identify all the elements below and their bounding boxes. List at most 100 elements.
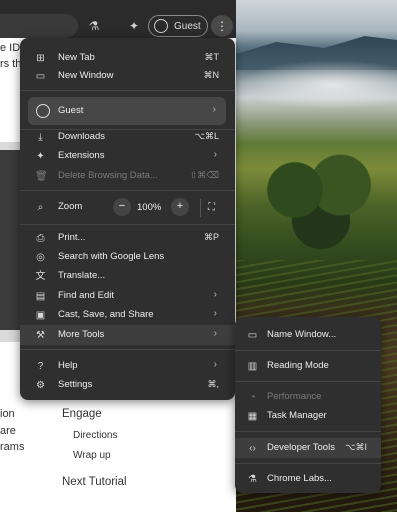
chevron-right-icon: › — [213, 328, 217, 339]
menu-item-label: Name Window... — [267, 329, 337, 340]
menu-item-task-manager[interactable]: ▦ Task Manager — [235, 406, 381, 426]
new-window-icon: ▭ — [35, 71, 46, 82]
fullscreen-icon[interactable]: ⛶ — [208, 202, 220, 214]
zoom-out-button[interactable]: − — [113, 198, 131, 216]
profile-icon — [154, 19, 168, 33]
menu-item-guest[interactable]: Guest › — [28, 97, 226, 125]
save-icon: ▣ — [35, 310, 46, 321]
menu-item-find-and-edit[interactable]: ▤ Find and Edit › — [20, 286, 235, 306]
menu-item-label: Settings — [58, 379, 93, 390]
help-icon: ? — [37, 361, 44, 372]
menu-item-translate[interactable]: 文 Translate... — [20, 266, 235, 286]
zoom-in-button[interactable]: + — [171, 198, 189, 216]
profile-icon — [36, 104, 50, 118]
menu-item-label: New Window — [58, 70, 114, 81]
page-text-fragment: rs th — [0, 58, 22, 70]
menu-item-label: Translate... — [58, 270, 106, 281]
reading-mode-icon: ▥ — [247, 361, 258, 372]
page-dark-panel — [0, 150, 20, 330]
menu-divider — [20, 90, 235, 91]
find-icon: ▤ — [35, 291, 46, 302]
zoom-level: 100% — [137, 202, 162, 213]
menu-divider — [235, 350, 381, 351]
menu-item-label: Chrome Labs... — [267, 473, 332, 484]
address-bar[interactable] — [0, 14, 78, 38]
menu-divider — [20, 190, 235, 191]
puzzle-icon[interactable]: ✦ — [124, 16, 144, 36]
menu-item-cast-save-share[interactable]: ▣ Cast, Save, and Share › — [20, 305, 235, 325]
engage-link[interactable]: Engage — [62, 408, 102, 420]
menu-item-new-window[interactable]: ▭ New Window ⌘N — [20, 66, 235, 86]
task-manager-icon: ▦ — [247, 411, 258, 422]
menu-item-extensions[interactable]: ✦ Extensions › — [20, 146, 235, 166]
performance-icon: ◔ — [249, 392, 256, 403]
menu-item-label: Reading Mode — [267, 360, 329, 371]
profile-label: Guest — [174, 21, 201, 32]
chevron-right-icon: › — [212, 104, 216, 115]
menu-item-shortcut: ⌘T — [204, 52, 220, 62]
menu-item-label: Delete Browsing Data... — [58, 170, 158, 181]
menu-item-shortcut: ⌥⌘L — [194, 131, 219, 141]
menu-item-label: New Tab — [58, 52, 95, 63]
page-text-fragment: ion — [0, 408, 15, 420]
menu-item-chrome-labs[interactable]: ⚗ Chrome Labs... — [235, 469, 381, 489]
menu-divider — [235, 381, 381, 382]
gear-icon: ⚙ — [36, 380, 45, 391]
menu-item-new-tab[interactable]: ⊞ New Tab ⌘T — [20, 48, 235, 68]
menu-item-performance[interactable]: ◔ Performance — [235, 387, 381, 407]
menu-item-reading-mode[interactable]: ▥ Reading Mode — [235, 356, 381, 376]
menu-item-shortcut: ⌘P — [203, 232, 219, 242]
menu-item-label: Task Manager — [267, 410, 327, 421]
menu-item-label: Print... — [58, 232, 86, 243]
menu-item-label: Developer Tools — [267, 442, 335, 453]
menu-item-search-google-lens[interactable]: ◎ Search with Google Lens — [20, 247, 235, 267]
window-icon: ▭ — [247, 330, 258, 341]
wrap-up-link[interactable]: Wrap up — [73, 450, 111, 461]
menu-item-label: Guest — [58, 105, 84, 116]
menu-item-label: Help — [58, 360, 78, 371]
menu-item-label: More Tools — [58, 329, 105, 340]
menu-item-print[interactable]: ⎙ Print... ⌘P — [20, 228, 235, 248]
chrome-main-menu: ⊞ New Tab ⌘T ▭ New Window ⌘N Guest › ⤓ D… — [20, 38, 235, 400]
menu-divider — [235, 431, 381, 432]
menu-item-shortcut: ⇧⌘⌫ — [189, 170, 219, 180]
page-text-fragment: rams — [0, 441, 25, 453]
next-tutorial-link[interactable]: Next Tutorial — [62, 476, 127, 488]
page-text-fragment: are — [0, 425, 16, 437]
menu-item-shortcut: ⌘N — [203, 70, 220, 80]
menu-item-settings[interactable]: ⚙ Settings ⌘, — [20, 375, 235, 395]
menu-item-name-window[interactable]: ▭ Name Window... — [235, 325, 381, 345]
menu-item-help[interactable]: ? Help › — [20, 356, 235, 376]
menu-item-shortcut: ⌥⌘I — [345, 442, 367, 452]
menu-divider — [20, 224, 235, 225]
new-tab-icon: ⊞ — [36, 53, 45, 64]
chevron-right-icon: › — [213, 149, 217, 160]
menu-item-label: Find and Edit — [58, 290, 114, 301]
puzzle-icon: ✦ — [36, 151, 45, 162]
zoom-icon: ⌕ — [37, 202, 44, 213]
wallpaper-fog — [236, 60, 397, 110]
menu-divider — [20, 349, 235, 350]
browser-toolbar: ⚗ ✦ Guest ⋮ — [0, 0, 236, 38]
zoom-divider — [200, 199, 201, 217]
kebab-icon[interactable]: ⋮ — [211, 15, 233, 37]
menu-divider — [235, 463, 381, 464]
profile-button[interactable]: Guest — [148, 15, 208, 37]
code-icon: ‹› — [249, 443, 256, 454]
flask-icon[interactable]: ⚗ — [84, 16, 104, 36]
lens-icon: ◎ — [36, 252, 45, 263]
more-tools-submenu: ▭ Name Window... ▥ Reading Mode ◔ Perfor… — [235, 317, 381, 493]
translate-icon: 文 — [35, 271, 46, 282]
trash-icon: 🗑 — [35, 171, 48, 182]
printer-icon: ⎙ — [36, 233, 45, 244]
menu-item-developer-tools[interactable]: ‹› Developer Tools ⌥⌘I — [235, 438, 381, 458]
menu-item-label: Zoom — [58, 201, 83, 212]
menu-item-more-tools[interactable]: ⚒ More Tools › — [20, 325, 235, 345]
menu-item-label: Downloads — [58, 131, 105, 142]
menu-item-delete-browsing-data[interactable]: 🗑 Delete Browsing Data... ⇧⌘⌫ — [20, 166, 235, 186]
directions-link[interactable]: Directions — [73, 430, 117, 441]
menu-item-downloads[interactable]: ⤓ Downloads ⌥⌘L — [20, 127, 235, 147]
menu-item-shortcut: ⌘, — [207, 379, 219, 389]
toolbox-icon: ⚒ — [36, 330, 45, 341]
chevron-right-icon: › — [213, 289, 217, 300]
